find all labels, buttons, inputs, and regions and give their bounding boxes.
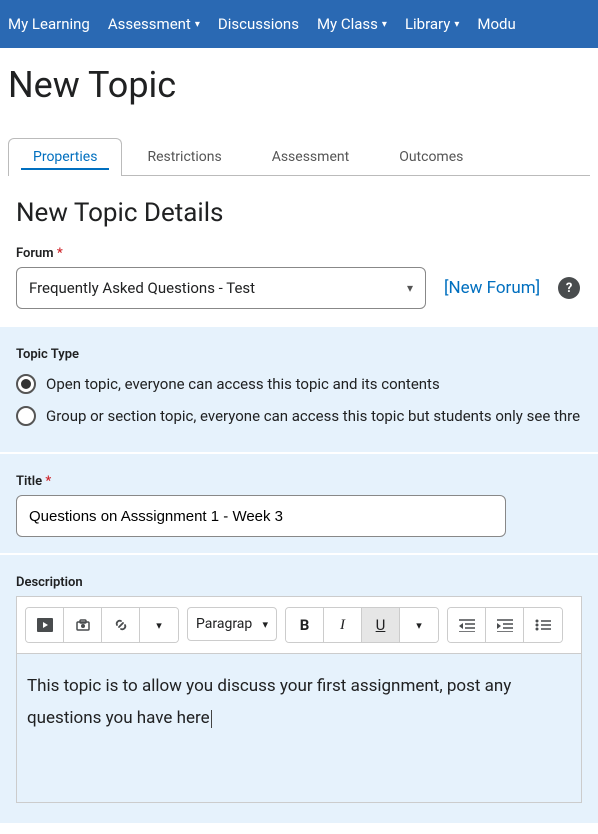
nav-modules[interactable]: Modu xyxy=(477,15,515,33)
format-more-button[interactable]: ▾ xyxy=(400,608,438,642)
radio-icon xyxy=(16,406,36,426)
nav-library[interactable]: Library▾ xyxy=(405,15,459,33)
topic-type-group-label: Group or section topic, everyone can acc… xyxy=(46,407,580,425)
editor-toolbar: ▾ Paragrap ▾ B I U ▾ xyxy=(16,596,582,653)
topic-type-group[interactable]: Group or section topic, everyone can acc… xyxy=(0,400,598,432)
title-label: Title * xyxy=(0,468,598,495)
title-section: Title * xyxy=(0,454,598,553)
topic-type-label: Topic Type xyxy=(0,341,598,368)
description-editor[interactable]: This topic is to allow you discuss your … xyxy=(16,653,582,803)
title-input[interactable] xyxy=(16,495,506,537)
tab-assessment[interactable]: Assessment xyxy=(247,138,374,175)
outdent-button[interactable] xyxy=(448,608,486,642)
paragraph-style-select[interactable]: Paragrap ▾ xyxy=(187,607,277,641)
insert-image-button[interactable] xyxy=(64,608,102,642)
insert-link-button[interactable] xyxy=(102,608,140,642)
description-section: Description ▾ Paragrap ▾ B I xyxy=(0,555,598,823)
forum-label: Forum * xyxy=(0,240,598,267)
description-label: Description xyxy=(0,569,598,596)
tab-bar: Properties Restrictions Assessment Outco… xyxy=(8,130,590,176)
topic-type-open[interactable]: Open topic, everyone can access this top… xyxy=(0,368,598,400)
help-icon[interactable]: ? xyxy=(558,277,580,299)
tab-outcomes[interactable]: Outcomes xyxy=(374,138,488,175)
nav-discussions[interactable]: Discussions xyxy=(218,15,299,33)
top-nav: My Learning Assessment▾ Discussions My C… xyxy=(0,0,598,48)
insert-more-button[interactable]: ▾ xyxy=(140,608,178,642)
nav-my-class[interactable]: My Class▾ xyxy=(317,15,387,33)
nav-assessment[interactable]: Assessment▾ xyxy=(108,15,200,33)
text-cursor xyxy=(211,710,212,728)
indent-button[interactable] xyxy=(486,608,524,642)
underline-button[interactable]: U xyxy=(362,608,400,642)
tab-restrictions[interactable]: Restrictions xyxy=(122,138,246,175)
chevron-down-icon: ▾ xyxy=(382,19,387,30)
bold-button[interactable]: B xyxy=(286,608,324,642)
forum-select[interactable]: Frequently Asked Questions - Test ▾ xyxy=(16,267,426,309)
forum-select-value: Frequently Asked Questions - Test xyxy=(29,279,255,297)
chevron-down-icon: ▾ xyxy=(454,19,459,30)
chevron-down-icon: ▾ xyxy=(262,618,268,631)
chevron-down-icon: ▾ xyxy=(407,281,413,295)
description-text: This topic is to allow you discuss your … xyxy=(27,676,511,728)
bullet-list-button[interactable] xyxy=(524,608,562,642)
chevron-down-icon: ▾ xyxy=(416,619,422,632)
details-heading: New Topic Details xyxy=(0,176,598,240)
chevron-down-icon: ▾ xyxy=(195,19,200,30)
italic-button[interactable]: I xyxy=(324,608,362,642)
topic-type-open-label: Open topic, everyone can access this top… xyxy=(46,375,440,393)
insert-media-button[interactable] xyxy=(26,608,64,642)
topic-type-section: Topic Type Open topic, everyone can acce… xyxy=(0,327,598,452)
nav-my-learning[interactable]: My Learning xyxy=(8,15,90,33)
tab-properties[interactable]: Properties xyxy=(8,138,122,176)
page-title: New Topic xyxy=(0,48,598,130)
radio-icon xyxy=(16,374,36,394)
chevron-down-icon: ▾ xyxy=(156,619,162,632)
new-forum-link[interactable]: [New Forum] xyxy=(444,278,540,298)
